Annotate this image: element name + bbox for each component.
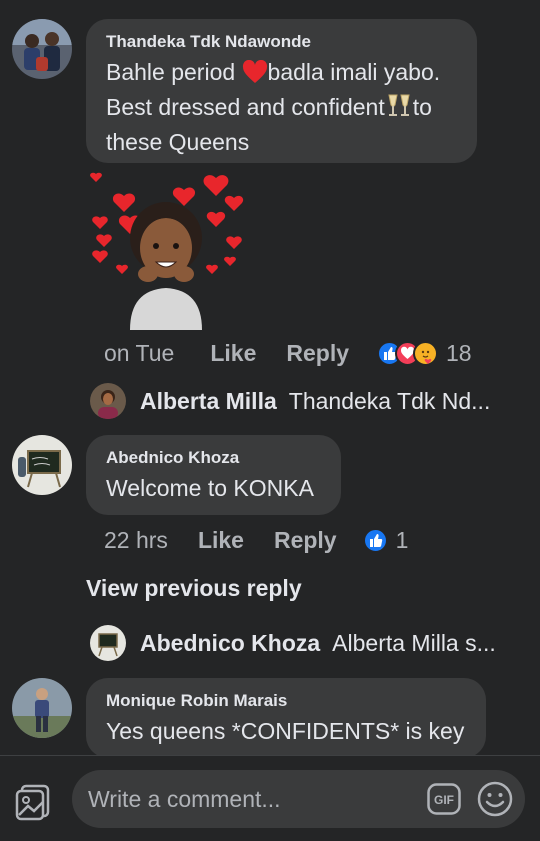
comment-author[interactable]: Abednico Khoza [106,447,321,469]
reply-button[interactable]: Reply [286,340,349,367]
reply-author: Alberta Milla [140,387,277,414]
comment-text: Welcome to KONKA [106,475,314,501]
reply-text: Thandeka Tdk Nd... [288,387,491,414]
gif-icon[interactable]: GIF [427,783,461,815]
comment-text-part: badla imali yabo. [267,59,441,85]
avatar-abednico-small [90,625,126,661]
reply-preview[interactable]: Alberta Milla Thandeka Tdk Nd... [90,383,490,419]
comment-author[interactable]: Thandeka Tdk Ndawonde [106,31,457,53]
heart-emoji-icon [242,59,268,92]
comment-composer: GIF [0,755,540,841]
care-reaction-icon [413,341,439,366]
comment-text: Yes queens *CONFIDENTS* is key [106,718,465,744]
comment-input[interactable] [88,770,408,828]
comment-bubble: Monique Robin Marais Yes queens *CONFIDE… [86,678,486,755]
reply-author: Abednico Khoza [140,629,321,656]
smiley-icon[interactable] [476,780,514,818]
comment-actions: 22 hrs Like Reply 1 [104,527,408,554]
comment-bubble: Abednico Khoza Welcome to KONKA [86,435,341,515]
like-reaction-icon [362,528,388,553]
reply-preview[interactable]: Abednico Khoza Alberta Milla s... [90,625,496,661]
comment-input-box: GIF [72,770,525,828]
like-button[interactable]: Like [210,340,256,367]
avatar-alberta [90,383,126,419]
comment-text-part: Best dressed and confident [106,94,385,120]
avatar-thandeka[interactable] [12,19,72,79]
comment-bubble: Thandeka Tdk Ndawonde Bahle period badla… [86,19,477,163]
comment-text-part: Bahle period [106,59,242,85]
like-button[interactable]: Like [198,527,244,554]
avatar-sticker-icon [86,166,246,330]
comment-feed: Thandeka Tdk Ndawonde Bahle period badla… [0,0,540,755]
champagne-emoji-icon [385,93,413,127]
reply-text: Alberta Milla s... [332,629,496,656]
reaction-count: 18 [446,340,472,366]
comment-text-part: to [412,94,432,120]
comment-timestamp[interactable]: on Tue [104,340,174,367]
view-previous-reply-link[interactable]: View previous reply [86,575,302,602]
photo-icon[interactable] [14,782,54,822]
comment-text: Bahle period badla imali yabo. Best dres… [106,57,457,158]
comment-text-part: these Queens [106,129,250,155]
comment-timestamp[interactable]: 22 hrs [104,527,168,554]
comment-author[interactable]: Monique Robin Marais [106,690,466,712]
reactions-summary[interactable]: 18 [377,340,472,367]
avatar-abednico[interactable] [12,435,72,495]
comment-actions: on Tue Like Reply 18 [104,340,472,367]
reply-button[interactable]: Reply [274,527,337,554]
reaction-count: 1 [395,527,409,553]
reactions-summary[interactable]: 1 [362,527,409,554]
avatar-monique[interactable] [12,678,72,738]
gif-label: GIF [434,793,454,807]
